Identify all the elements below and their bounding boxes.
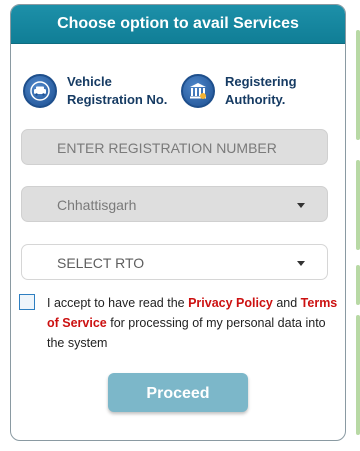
vehicle-registration-label: Vehicle Registration No. <box>67 73 167 109</box>
proceed-button[interactable]: Proceed <box>108 373 248 412</box>
page: Choose option to avail Services Vehicle … <box>0 0 360 451</box>
consent-text: I accept to have read the Privacy Policy… <box>47 293 339 353</box>
authority-label-line1: Registering <box>225 74 297 89</box>
service-options: Vehicle Registration No. Registering Aut… <box>11 69 345 113</box>
state-select[interactable]: Chhattisgarh <box>21 186 328 222</box>
vehicle-registration-icon <box>23 74 57 108</box>
side-strip <box>356 0 360 451</box>
rto-select-value: SELECT RTO <box>57 255 145 271</box>
registering-authority-label: Registering Authority. <box>225 73 297 109</box>
consent-checkbox[interactable] <box>19 294 35 310</box>
registering-authority-option[interactable]: Registering Authority. <box>181 69 297 113</box>
registration-number-input[interactable]: ENTER REGISTRATION NUMBER <box>21 129 328 165</box>
vehicle-label-line1: Vehicle <box>67 74 112 89</box>
vehicle-label-line2: Registration No. <box>67 92 168 107</box>
card-header: Choose option to avail Services <box>11 5 345 44</box>
chevron-down-icon <box>297 261 305 266</box>
chevron-down-icon <box>297 203 305 208</box>
rto-select[interactable]: SELECT RTO <box>21 244 328 280</box>
consent-text-part2: and <box>272 296 301 310</box>
state-select-value: Chhattisgarh <box>57 197 137 213</box>
government-building-icon <box>181 74 215 108</box>
consent-text-part1: I accept to have read the <box>47 296 189 310</box>
vehicle-registration-option[interactable]: Vehicle Registration No. <box>23 69 167 113</box>
authority-label-line2: Authority. <box>225 92 286 107</box>
privacy-policy-link[interactable]: Privacy Policy <box>188 296 273 310</box>
services-card: Choose option to avail Services Vehicle … <box>10 4 346 441</box>
